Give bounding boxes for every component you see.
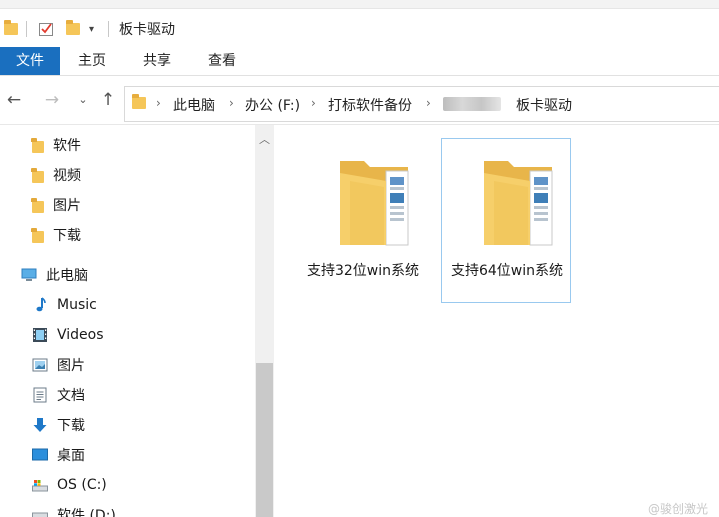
chevron-right-icon[interactable]: › [311, 96, 316, 110]
crumb-drive-f[interactable]: 办公 (F:) [245, 95, 300, 115]
chevron-right-icon[interactable]: › [229, 96, 234, 110]
scroll-up-arrow-icon[interactable]: ︿ [255, 133, 274, 147]
sidebar-item-pictures-quick[interactable]: 图片 [31, 193, 81, 217]
sidebar-scrollbar[interactable]: ︿ [255, 125, 274, 517]
file-list-area: 支持32位win系统 支持64位win系统 [274, 125, 719, 517]
sidebar-item-label: 文档 [57, 388, 85, 404]
tab-home[interactable]: 主页 [62, 47, 122, 75]
folder-icon [31, 138, 44, 153]
folder-icon [478, 153, 558, 257]
sidebar-item-label: 此电脑 [46, 268, 88, 284]
tab-view[interactable]: 查看 [192, 47, 252, 75]
recent-dropdown-icon[interactable]: ⌄ [73, 90, 93, 110]
blurred-crumb [443, 97, 501, 111]
sidebar-item-label: 软件 (D:) [57, 508, 116, 517]
sidebar-item-desktop[interactable]: 桌面 [32, 443, 85, 467]
chevron-right-icon[interactable]: › [426, 96, 431, 110]
forward-arrow-icon[interactable]: → [42, 90, 62, 110]
file-name: 支持32位win系统 [306, 263, 420, 279]
title-separator [108, 18, 109, 40]
film-icon [32, 327, 48, 343]
scroll-thumb[interactable] [256, 363, 273, 517]
crumb-current[interactable]: 板卡驱动 [516, 95, 572, 115]
window-top-edge [0, 0, 719, 9]
sidebar-item-label: 图片 [53, 198, 81, 214]
properties-icon[interactable] [38, 18, 54, 40]
ribbon-tabs: 文件 主页 共享 查看 [0, 47, 719, 76]
tab-share[interactable]: 共享 [127, 47, 187, 75]
sidebar-item-videos[interactable]: Videos [32, 323, 104, 347]
sidebar-item-label: OS (C:) [57, 477, 107, 493]
sidebar-item-this-pc[interactable]: 此电脑 [21, 263, 88, 287]
folder-icon[interactable] [4, 18, 18, 40]
sidebar-item-label: 软件 [53, 138, 81, 154]
tab-file[interactable]: 文件 [0, 47, 60, 75]
sidebar-item-videos-quick[interactable]: 视频 [31, 163, 81, 187]
drive-icon [32, 507, 48, 517]
sidebar-item-label: Music [57, 297, 97, 313]
sidebar-item-music[interactable]: Music [32, 293, 97, 317]
sidebar-item-label: 图片 [57, 358, 85, 374]
sidebar-item-label: 下载 [57, 418, 85, 434]
sidebar-item-label: 桌面 [57, 448, 85, 464]
chevron-right-icon[interactable]: › [156, 96, 161, 110]
back-arrow-icon[interactable]: ← [4, 90, 24, 110]
file-tile[interactable]: 支持64位win系统 [441, 138, 571, 303]
sidebar-item-label: 下载 [53, 228, 81, 244]
sidebar-item-pictures[interactable]: 图片 [32, 353, 85, 377]
folder-icon [31, 228, 44, 243]
watermark: @骏创激光 [648, 502, 709, 516]
computer-icon [21, 267, 37, 283]
sidebar-item-drive-c[interactable]: OS (C:) [32, 473, 107, 497]
navigation-pane: 软件 视频 图片 下载 此电脑 Music Videos 图片 文档 下载 桌面… [0, 125, 255, 517]
download-arrow-icon [32, 417, 48, 433]
sidebar-item-downloads[interactable]: 下载 [32, 413, 85, 437]
drive-icon [32, 477, 48, 493]
navigation-bar: ← → ⌄ ↑ › 此电脑 › 办公 (F:) › 打标软件备份 › 板卡驱动 [0, 76, 719, 125]
sidebar-item-drive-d[interactable]: 软件 (D:) [32, 503, 116, 517]
crumb-this-pc[interactable]: 此电脑 [173, 95, 215, 115]
sidebar-item-documents[interactable]: 文档 [32, 383, 85, 407]
desktop-icon [32, 447, 48, 463]
title-bar: ▾ 板卡驱动 [0, 9, 719, 47]
folder-icon [31, 168, 44, 183]
document-icon [32, 387, 48, 403]
folder-icon [31, 198, 44, 213]
qat-dropdown-icon[interactable]: ▾ [89, 18, 94, 40]
window-title: 板卡驱动 [119, 22, 175, 38]
up-arrow-icon[interactable]: ↑ [98, 90, 118, 110]
qat-separator [26, 18, 27, 40]
folder-icon [334, 153, 414, 257]
address-folder-icon [132, 94, 146, 109]
new-folder-icon[interactable] [66, 18, 80, 40]
sidebar-item-label: 视频 [53, 168, 81, 184]
file-tile[interactable]: 支持32位win系统 [297, 138, 427, 303]
sidebar-item-software[interactable]: 软件 [31, 133, 81, 157]
sidebar-item-downloads-quick[interactable]: 下载 [31, 223, 81, 247]
sidebar-item-label: Videos [57, 327, 104, 343]
file-name: 支持64位win系统 [450, 263, 564, 279]
picture-icon [32, 357, 48, 373]
crumb-backup[interactable]: 打标软件备份 [328, 95, 412, 115]
music-note-icon [32, 297, 48, 313]
address-bar[interactable]: › 此电脑 › 办公 (F:) › 打标软件备份 › 板卡驱动 [124, 86, 719, 122]
